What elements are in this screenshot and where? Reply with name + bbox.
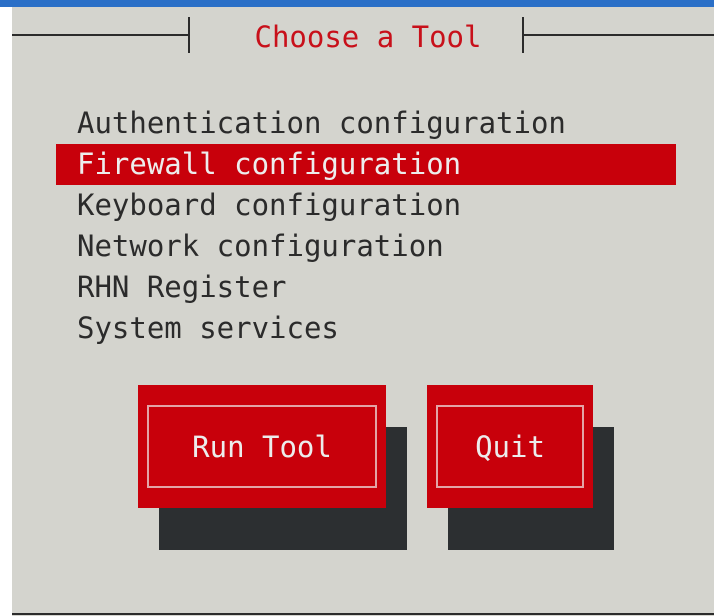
run-tool-button-focus-frame: Run Tool bbox=[147, 405, 377, 488]
quit-button-focus-frame: Quit bbox=[436, 405, 584, 488]
tool-item-system-services[interactable]: System services bbox=[56, 308, 676, 349]
tool-item-network-configuration[interactable]: Network configuration bbox=[56, 226, 676, 267]
run-tool-button[interactable]: Run Tool bbox=[138, 385, 386, 508]
quit-button[interactable]: Quit bbox=[427, 385, 593, 508]
dialog-title: Choose a Tool bbox=[254, 20, 482, 54]
tool-item-rhn-register[interactable]: RHN Register bbox=[56, 267, 676, 308]
window-top-band bbox=[0, 0, 714, 7]
run-tool-button-label: Run Tool bbox=[192, 429, 332, 464]
tool-item-authentication-configuration[interactable]: Authentication configuration bbox=[56, 103, 676, 144]
dialog-top-border-left bbox=[12, 34, 190, 36]
tool-item-firewall-configuration[interactable]: Firewall configuration bbox=[56, 144, 676, 185]
dialog-bottom-border bbox=[12, 613, 714, 615]
tool-list[interactable]: Authentication configuration Firewall co… bbox=[56, 103, 676, 349]
terminal-screen: Choose a Tool Authentication configurati… bbox=[0, 0, 714, 616]
quit-button-label: Quit bbox=[475, 429, 545, 464]
choose-tool-dialog: Choose a Tool Authentication configurati… bbox=[12, 7, 714, 616]
dialog-title-bracket-left bbox=[188, 17, 190, 53]
tool-item-keyboard-configuration[interactable]: Keyboard configuration bbox=[56, 185, 676, 226]
dialog-top-border-right bbox=[522, 34, 714, 36]
